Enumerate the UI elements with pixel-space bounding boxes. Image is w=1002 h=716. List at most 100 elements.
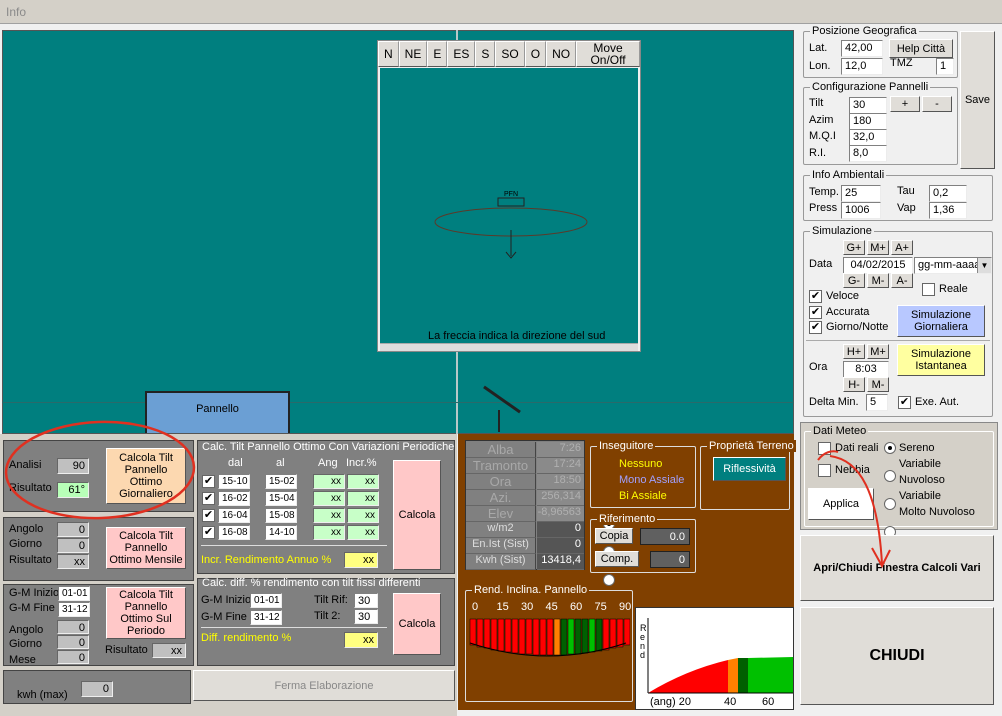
help-citta-button[interactable]: Help Città: [889, 39, 953, 58]
compass-scrollbar[interactable]: [380, 343, 638, 351]
period-dal-field[interactable]: 15-10: [218, 474, 250, 489]
rend-segment: [539, 618, 547, 656]
h-plus-button[interactable]: H+: [843, 344, 865, 359]
compass-button-1[interactable]: NE: [398, 41, 428, 67]
delta-field[interactable]: 5: [866, 394, 888, 411]
press-label: Press: [809, 202, 838, 214]
azim-field[interactable]: 180: [849, 113, 887, 130]
gm-inizio-label: G-M Inizio: [9, 587, 60, 599]
rend-tick: 30: [521, 601, 534, 613]
tmz-field[interactable]: 1: [936, 58, 954, 75]
period-row-checkbox[interactable]: ✔: [202, 492, 215, 505]
sun-value-6: 0: [537, 538, 584, 554]
sun-label-0: Alba: [466, 442, 536, 458]
azim-label: Azim: [809, 114, 834, 126]
calcola-periodiche-button[interactable]: Calcola: [393, 460, 441, 570]
comp-value: 0: [650, 551, 690, 568]
calcola-periodo-button[interactable]: Calcola Tilt Pannello Ottimo Sul Periodo: [106, 587, 186, 639]
h-minus-button[interactable]: H-: [843, 377, 865, 392]
accurata-checkbox[interactable]: ✔: [809, 306, 822, 319]
mini-chart-svg: [647, 618, 793, 694]
exe-aut-checkbox[interactable]: ✔: [898, 396, 911, 409]
compass-button-6[interactable]: O: [524, 41, 547, 67]
sun-value-5: 0: [537, 522, 584, 538]
period-row-checkbox[interactable]: ✔: [202, 526, 215, 539]
period-al-field[interactable]: 15-02: [265, 474, 297, 489]
rend-segment: [609, 618, 617, 649]
diff-gm-inizio-label: G-M Inizio: [201, 594, 252, 606]
giorno3-field: 0: [57, 635, 89, 649]
comp-button[interactable]: Comp.: [595, 551, 639, 567]
gm-inizio-field[interactable]: 01-01: [58, 586, 90, 601]
chiudi-button[interactable]: CHIUDI: [800, 607, 994, 705]
diff-gm-inizio-field[interactable]: 01-01: [250, 593, 282, 608]
tilt-field[interactable]: 30: [849, 97, 887, 114]
a-plus-button[interactable]: A+: [891, 240, 913, 255]
save-button[interactable]: Save: [960, 31, 995, 169]
mqi-field[interactable]: 32,0: [849, 129, 887, 146]
period-row-checkbox[interactable]: ✔: [202, 509, 215, 522]
compass-button-3[interactable]: ES: [447, 41, 476, 67]
ambient-title: Info Ambientali: [810, 169, 887, 181]
giorno-notte-checkbox[interactable]: ✔: [809, 321, 822, 334]
calcola-diff-button[interactable]: Calcola: [393, 593, 441, 655]
reale-checkbox[interactable]: [922, 283, 935, 296]
data-field[interactable]: 04/02/2015: [843, 257, 913, 274]
ferma-elaborazione-button[interactable]: Ferma Elaborazione: [193, 670, 455, 701]
lon-field[interactable]: 12,0: [841, 58, 883, 75]
tilt-rif-field[interactable]: 30: [354, 593, 378, 608]
period-al-field[interactable]: 14-10: [265, 525, 297, 540]
period-al-field[interactable]: 15-04: [265, 491, 297, 506]
press-field[interactable]: 1006: [841, 202, 881, 219]
compass-button-5[interactable]: SO: [495, 41, 525, 67]
compass-button-0[interactable]: N: [378, 41, 399, 67]
chevron-down-icon[interactable]: ▼: [977, 258, 991, 273]
riflessivita-button[interactable]: Riflessività: [713, 457, 786, 481]
period-dal-field[interactable]: 16-08: [218, 525, 250, 540]
hm-minus-button[interactable]: M-: [867, 377, 889, 392]
terreno-title: Proprietà Terreno: [707, 440, 796, 452]
compass-button-7[interactable]: NO: [546, 41, 577, 67]
calcola-mensile-button[interactable]: Calcola Tilt Pannello Ottimo Mensile: [106, 527, 186, 569]
inseguitore-title: Inseguitore: [597, 440, 656, 452]
diff-gm-fine-field[interactable]: 31-12: [250, 610, 282, 625]
date-format-select[interactable]: gg-mm-aaaa ▼: [914, 257, 992, 274]
g-plus-button[interactable]: G+: [843, 240, 865, 255]
period-dal-field[interactable]: 16-04: [218, 508, 250, 523]
period-ang-field: xx: [313, 491, 345, 506]
gm-fine-field[interactable]: 31-12: [58, 602, 90, 617]
ora-field[interactable]: 8:03: [843, 361, 889, 378]
diff-divider: [201, 627, 387, 628]
sim-giornaliera-button[interactable]: Simulazione Giornaliera: [897, 305, 985, 337]
m-plus-button[interactable]: M+: [867, 240, 889, 255]
compass-button-2[interactable]: E: [427, 41, 448, 67]
annotation-ellipse: [4, 420, 196, 520]
inseguitore-radio-2[interactable]: [603, 574, 615, 586]
ang-header: Ang: [318, 457, 338, 469]
ri-field[interactable]: 8,0: [849, 145, 887, 162]
mese3-label: Mese: [9, 654, 36, 666]
temp-field[interactable]: 25: [841, 185, 881, 202]
period-dal-field[interactable]: 16-02: [218, 491, 250, 506]
veloce-checkbox[interactable]: ✔: [809, 290, 822, 303]
sim-istantanea-button[interactable]: Simulazione Istantanea: [897, 344, 985, 376]
period-al-field[interactable]: 15-08: [265, 508, 297, 523]
menu-info[interactable]: Info: [6, 5, 26, 19]
g-minus-button[interactable]: G-: [843, 273, 865, 288]
a-minus-button[interactable]: A-: [891, 273, 913, 288]
lat-field[interactable]: 42,00: [841, 40, 883, 57]
inseguitore-option-2: Bi Assiale: [619, 490, 667, 502]
hm-plus-button[interactable]: M+: [867, 344, 889, 359]
compass-button-8[interactable]: Move On/Off: [576, 41, 640, 67]
tilt-plus-button[interactable]: +: [890, 96, 920, 112]
tilt2-field[interactable]: 30: [354, 609, 378, 624]
copia-button[interactable]: Copia: [595, 528, 633, 544]
vap-field[interactable]: 1,36: [929, 202, 967, 219]
tau-field[interactable]: 0,2: [929, 185, 967, 202]
compass-button-4[interactable]: S: [475, 41, 496, 67]
tilt-rif-label: Tilt Rif:: [314, 594, 348, 606]
tilt-minus-button[interactable]: -: [922, 96, 952, 112]
period-row-checkbox[interactable]: ✔: [202, 475, 215, 488]
sun-label-2: Ora: [466, 474, 536, 490]
m-minus-button[interactable]: M-: [867, 273, 889, 288]
